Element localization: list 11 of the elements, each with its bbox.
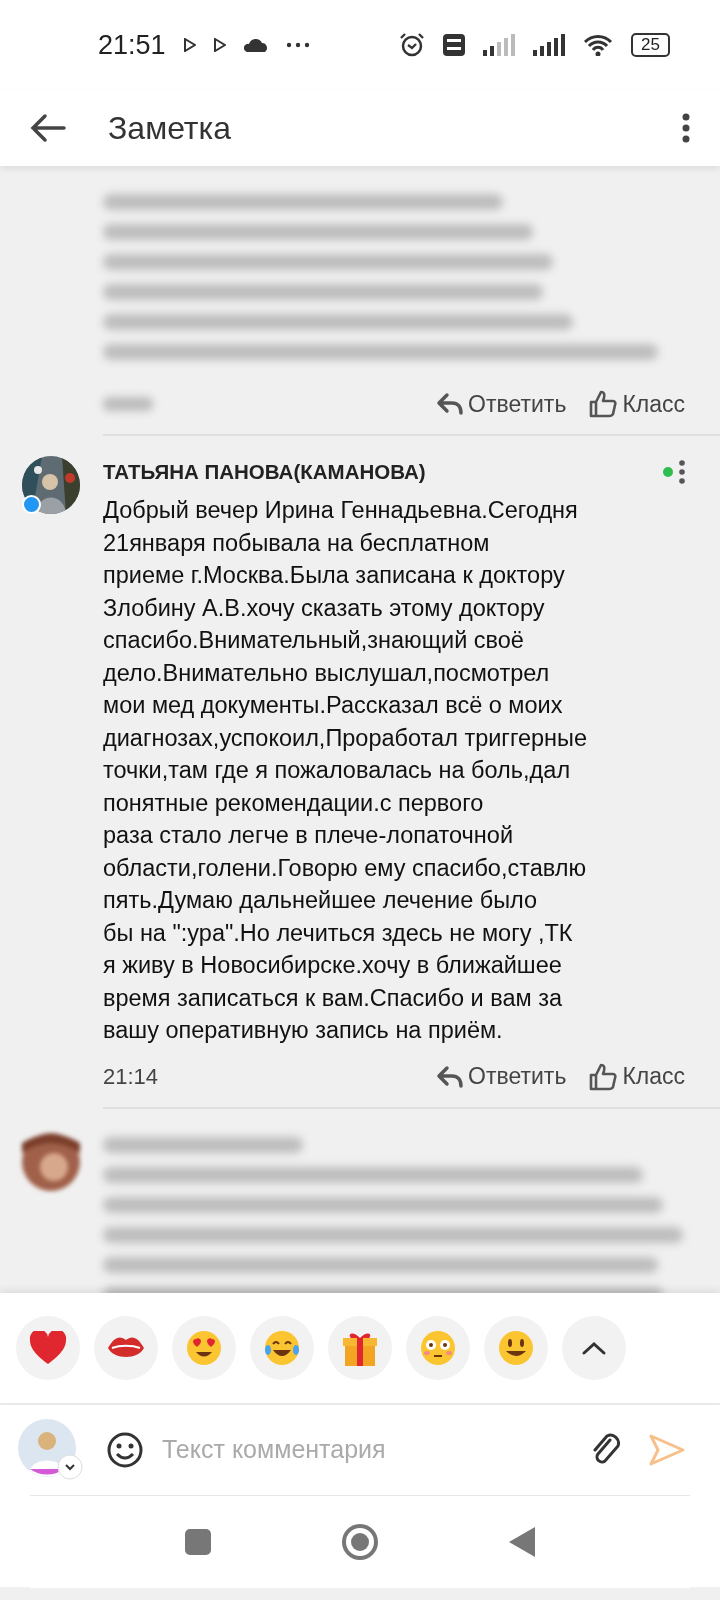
comment-text: Добрый вечер Ирина Геннадьевна.Сегодня 21января побывала на бесплатном приеме г.Москва.Была записана к доктору Злобину А.В.хочу сказать этому доктору спасибо.Внимательный,знающий своё дело.Внимательно выслушал,посмотрел мои мед документы.Рассказал всё о моих диагнозах,успокоил,Проработал триггерные точки,там где я пожаловалась на боль,дал понятные рекомендации.с первого раза стало легче в плече-лопаточной области,голени.Говорю ему спасибо,ставлю пять.Думаю дальнейшее лечение было бы на ":ура".Но лечиться здесь не могу ,ТК я живу в Новосибирске.хочу в ближайшее время записаться к вам.Спасибо и вам за вашу оперативную запись на приём. <box>103 496 589 1045</box>
like-button[interactable]: Класс <box>588 1061 685 1092</box>
reply-button[interactable]: Ответить <box>436 1063 567 1090</box>
reply-button[interactable]: Ответить <box>436 390 567 418</box>
comment-input[interactable]: Текст комментария <box>160 1434 590 1465</box>
author-name[interactable]: ТАТЬЯНА ПАНОВА(КАМАНОВА) <box>103 460 663 484</box>
clock-time: 21:51 <box>98 29 166 61</box>
screen-title: Заметка <box>108 109 232 147</box>
battery-icon: 25 <box>631 33 670 57</box>
comment-time: 21:14 <box>103 1063 159 1090</box>
like-button[interactable]: Класс <box>588 389 685 419</box>
